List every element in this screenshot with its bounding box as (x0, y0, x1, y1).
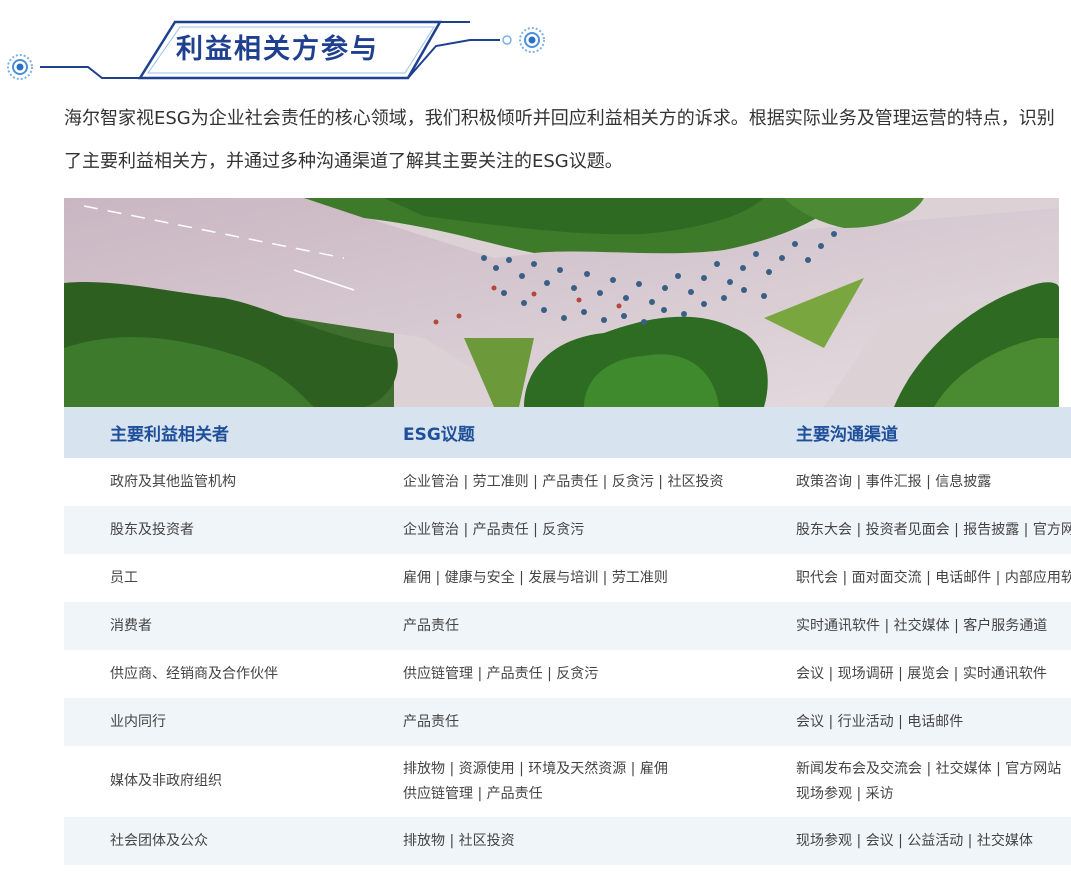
column-header-channels: 主要沟通渠道 (796, 407, 1071, 458)
channels-cell: 新闻发布会及交流会 | 社交媒体 | 官方网站 现场参观 | 采访 (796, 746, 1071, 817)
hero-image (64, 198, 1059, 407)
stakeholder-table: 主要利益相关者 ESG议题 主要沟通渠道 政府及其他监管机构 企业管治 | 劳工… (64, 407, 1071, 865)
channels-cell: 政策咨询 | 事件汇报 | 信息披露 (796, 458, 1071, 506)
stakeholder-cell: 股东及投资者 (64, 506, 403, 554)
page-title: 利益相关方参与 (176, 34, 379, 65)
channels-cell: 股东大会 | 投资者见面会 | 报告披露 | 官方网站 (796, 506, 1071, 554)
target-icon-right (519, 27, 545, 53)
esg-issues-cell: 产品责任 (403, 698, 796, 746)
aerial-photo (64, 198, 1059, 407)
table-row: 消费者 产品责任 实时通讯软件 | 社交媒体 | 客户服务通道 (64, 602, 1071, 650)
table-header-row: 主要利益相关者 ESG议题 主要沟通渠道 (64, 407, 1071, 458)
esg-issues-cell: 企业管治 | 产品责任 | 反贪污 (403, 506, 796, 554)
stakeholder-cell: 消费者 (64, 602, 403, 650)
esg-issues-cell: 雇佣 | 健康与安全 | 发展与培训 | 劳工准则 (403, 554, 796, 602)
channels-cell: 现场参观 | 会议 | 公益活动 | 社交媒体 (796, 817, 1071, 865)
header-decoration (7, 20, 545, 80)
esg-issues-cell: 供应链管理 | 产品责任 | 反贪污 (403, 650, 796, 698)
esg-issues-cell: 排放物 | 资源使用 | 环境及天然资源 | 雇佣 供应链管理 | 产品责任 (403, 746, 796, 817)
esg-issues-cell: 企业管治 | 劳工准则 | 产品责任 | 反贪污 | 社区投资 (403, 458, 796, 506)
esg-issues-line: 排放物 | 资源使用 | 环境及天然资源 | 雇佣 (403, 760, 668, 777)
stakeholder-cell: 社会团体及公众 (64, 817, 403, 865)
section-header: 利益相关方参与 (0, 0, 1071, 90)
table-row: 政府及其他监管机构 企业管治 | 劳工准则 | 产品责任 | 反贪污 | 社区投… (64, 458, 1071, 506)
target-icon-left (7, 54, 33, 80)
dot-icon (502, 35, 512, 45)
stakeholder-cell: 供应商、经销商及合作伙伴 (64, 650, 403, 698)
esg-issues-cell: 排放物 | 社区投资 (403, 817, 796, 865)
column-header-stakeholder: 主要利益相关者 (64, 407, 403, 458)
channels-cell: 实时通讯软件 | 社交媒体 | 客户服务通道 (796, 602, 1071, 650)
table-row: 媒体及非政府组织 排放物 | 资源使用 | 环境及天然资源 | 雇佣 供应链管理… (64, 746, 1071, 817)
table-row: 业内同行 产品责任 会议 | 行业活动 | 电话邮件 (64, 698, 1071, 746)
table-row: 社会团体及公众 排放物 | 社区投资 现场参观 | 会议 | 公益活动 | 社交… (64, 817, 1071, 865)
channels-line: 现场参观 | 采访 (796, 785, 894, 802)
table-row: 员工 雇佣 | 健康与安全 | 发展与培训 | 劳工准则 职代会 | 面对面交流… (64, 554, 1071, 602)
stakeholder-cell: 业内同行 (64, 698, 403, 746)
intro-paragraph: 海尔智家视ESG为企业社会责任的核心领域，我们积极倾听并回应利益相关方的诉求。根… (64, 108, 1055, 172)
stakeholder-cell: 员工 (64, 554, 403, 602)
table-row: 股东及投资者 企业管治 | 产品责任 | 反贪污 股东大会 | 投资者见面会 |… (64, 506, 1071, 554)
stakeholder-cell: 政府及其他监管机构 (64, 458, 403, 506)
channels-cell: 会议 | 行业活动 | 电话邮件 (796, 698, 1071, 746)
esg-issues-line: 供应链管理 | 产品责任 (403, 785, 543, 802)
channels-line: 新闻发布会及交流会 | 社交媒体 | 官方网站 (796, 760, 1062, 777)
channels-cell: 职代会 | 面对面交流 | 电话邮件 | 内部应用软件 (796, 554, 1071, 602)
esg-issues-cell: 产品责任 (403, 602, 796, 650)
column-header-esg-issues: ESG议题 (403, 407, 796, 458)
table-row: 供应商、经销商及合作伙伴 供应链管理 | 产品责任 | 反贪污 会议 | 现场调… (64, 650, 1071, 698)
channels-cell: 会议 | 现场调研 | 展览会 | 实时通讯软件 (796, 650, 1071, 698)
stakeholder-cell: 媒体及非政府组织 (64, 746, 403, 817)
